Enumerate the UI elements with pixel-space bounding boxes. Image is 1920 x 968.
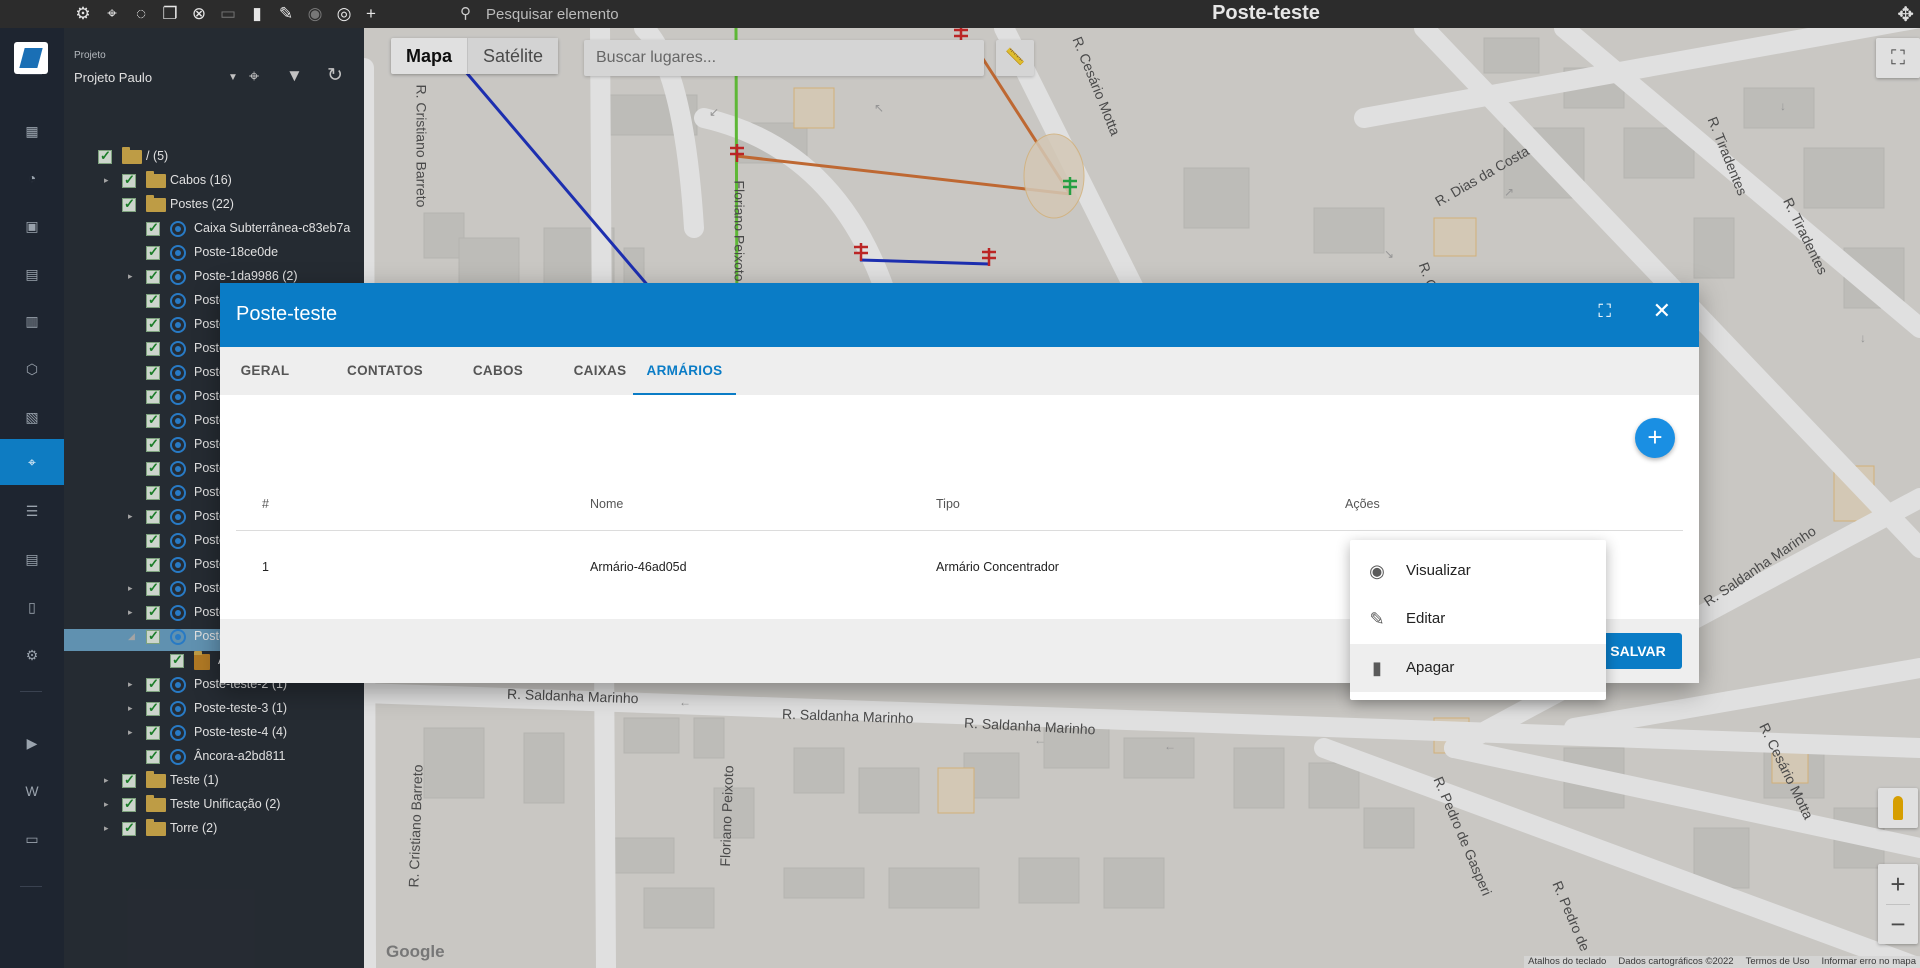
column-header-actions: Ações	[1345, 497, 1380, 511]
gear-icon[interactable]: ⚙	[72, 3, 94, 25]
eye-icon[interactable]: ◉	[304, 3, 326, 25]
tab-contatos[interactable]: CONTATOS	[330, 347, 440, 395]
maximize-icon[interactable]: ⛶	[1598, 301, 1611, 322]
map-marker-icon[interactable]: ⌖	[0, 439, 64, 485]
location-icon[interactable]: ◎	[333, 3, 355, 25]
save-button[interactable]: SALVAR	[1594, 633, 1682, 669]
dialog-header: Poste-teste ⛶ ✕	[220, 283, 1699, 347]
menu-item-view[interactable]: ◉ Visualizar	[1350, 547, 1606, 595]
tab-cabos[interactable]: CABOS	[458, 347, 538, 395]
table-divider	[236, 530, 1683, 531]
move-icon[interactable]: ✥	[1897, 2, 1914, 27]
tab-caixas[interactable]: CAIXAS	[556, 347, 644, 395]
search-icon: ⚲	[460, 5, 471, 22]
element-search: ⚲	[460, 4, 780, 24]
trash-icon: ▮	[1372, 658, 1382, 678]
calendar-icon[interactable]: ▥	[0, 298, 64, 344]
menu-item-label: Editar	[1406, 610, 1446, 627]
chat-icon[interactable]: ▭	[0, 816, 64, 862]
video-icon[interactable]: ▶	[0, 720, 64, 766]
folder-icon[interactable]: ▭	[217, 3, 239, 25]
page-title: Poste-teste	[1212, 2, 1320, 24]
row-type: Armário Concentrador	[936, 560, 1059, 574]
row-number: 1	[262, 560, 269, 574]
icon-rail: ▦ ◔ ▣ ▤ ▥ ⬡ ▧ ⌖ ☰ ▤ ▯ ⚙ ▶ W ▭	[0, 28, 64, 968]
list-icon[interactable]: ☰	[0, 488, 64, 534]
dialog-title: Poste-teste	[236, 303, 338, 325]
column-header-number: #	[262, 497, 269, 511]
menu-item-label: Visualizar	[1406, 562, 1471, 579]
dialog-tabs: GERAL CONTATOS CABOS CAIXAS ARMÁRIOS	[220, 347, 1699, 395]
layers-copy-icon[interactable]: ❐	[159, 3, 181, 25]
add-cabinet-button[interactable]: +	[1635, 418, 1675, 458]
menu-item-delete[interactable]: ▮ Apagar	[1350, 644, 1606, 692]
tab-geral[interactable]: GERAL	[236, 347, 294, 395]
dashboard-icon[interactable]: ▦	[0, 108, 64, 154]
monitor-icon[interactable]: ▤	[0, 251, 64, 297]
table-icon[interactable]: ▤	[0, 536, 64, 582]
money-icon[interactable]: ▧	[0, 394, 64, 440]
search-input[interactable]	[484, 5, 764, 23]
close-icon[interactable]: ✕	[1653, 298, 1671, 324]
app-logo[interactable]	[14, 42, 48, 74]
menu-item-edit[interactable]: ✎ Editar	[1350, 595, 1606, 643]
contacts-icon[interactable]: ▣	[0, 203, 64, 249]
row-name: Armário-46ad05d	[590, 560, 687, 574]
tab-armarios[interactable]: ARMÁRIOS	[633, 347, 736, 395]
plus-icon[interactable]: +	[360, 3, 382, 25]
chart-icon[interactable]: ◔	[0, 155, 64, 201]
lightbulb-icon[interactable]: ◌	[130, 3, 152, 25]
pencil-icon: ✎	[1369, 609, 1385, 629]
pencil-icon[interactable]: ✎	[275, 3, 297, 25]
top-toolbar: ⚙ ⌖ ◌ ❐ ⊗ ▭ ▮ ✎ ◉ ◎ + ⚲ Poste-teste ✥	[0, 0, 1920, 28]
settings-icon[interactable]: ⚙	[0, 632, 64, 678]
close-circle-icon[interactable]: ⊗	[188, 3, 210, 25]
document-icon[interactable]: ▯	[0, 584, 64, 630]
column-header-type: Tipo	[936, 497, 960, 511]
row-actions-menu: ◉ Visualizar ✎ Editar ▮ Apagar	[1350, 540, 1606, 700]
wiki-icon[interactable]: W	[0, 768, 64, 814]
trash-icon[interactable]: ▮	[246, 3, 268, 25]
menu-item-label: Apagar	[1406, 659, 1455, 676]
marker-add-icon[interactable]: ⌖	[101, 3, 123, 25]
box-icon[interactable]: ⬡	[0, 346, 64, 392]
column-header-name: Nome	[590, 497, 624, 511]
eye-icon: ◉	[1369, 561, 1385, 581]
